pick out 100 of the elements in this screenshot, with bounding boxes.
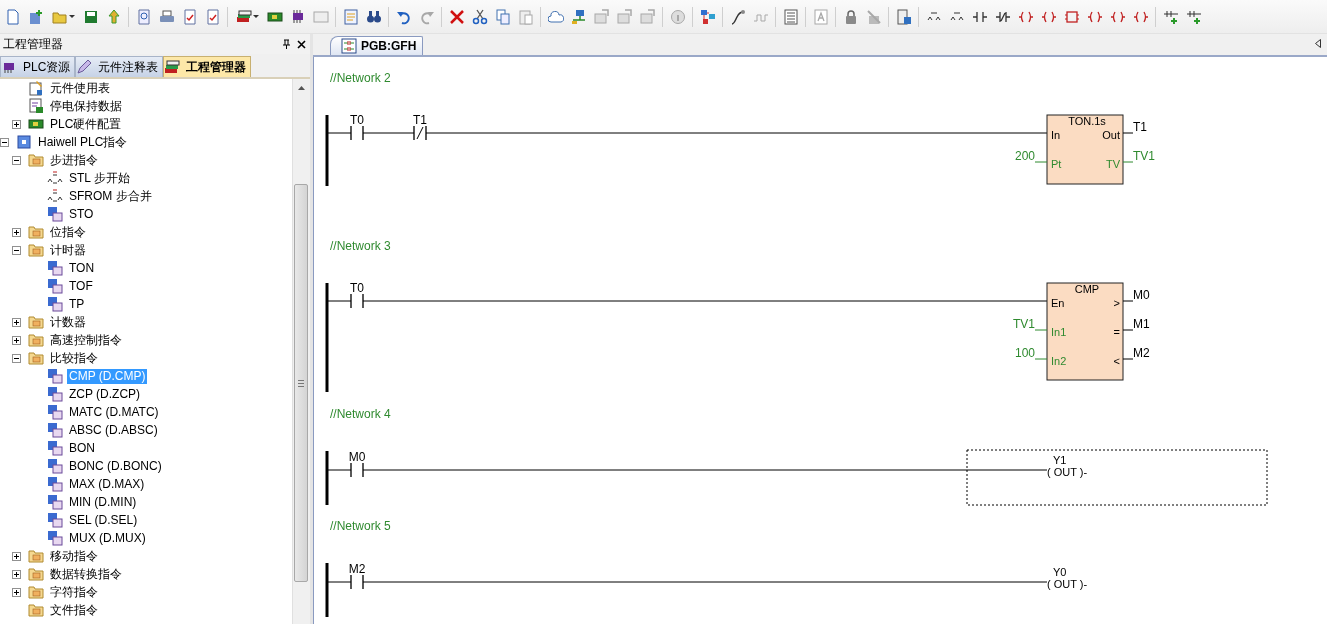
tree-item[interactable]: ZCP (D.ZCP) — [67, 386, 143, 402]
tree-toggle[interactable] — [12, 569, 21, 579]
folder-icon — [28, 602, 44, 618]
device-icon — [895, 8, 912, 25]
stack-icon — [164, 59, 181, 75]
stack-icon — [235, 8, 252, 25]
tree-item[interactable]: 移动指令 — [48, 548, 100, 564]
ladder-file-icon — [341, 38, 357, 54]
cloud-icon — [547, 8, 564, 25]
instruction-icon — [47, 530, 63, 546]
floppy-icon — [82, 8, 99, 25]
close-icon[interactable] — [297, 39, 306, 49]
coil-instruction: ( OUT )- — [1047, 578, 1088, 590]
tree-item[interactable]: BONC (D.BONC) — [67, 458, 164, 474]
instruction-icon — [47, 368, 63, 384]
insert-icon — [1162, 8, 1179, 25]
tree-item[interactable]: 字符指令 — [48, 584, 100, 600]
tree-toggle[interactable] — [12, 335, 21, 345]
instruction-icon — [47, 386, 63, 402]
pin-label: Out — [1102, 129, 1120, 141]
tree-item[interactable]: 文件指令 — [48, 602, 100, 618]
tree-item[interactable]: 位指令 — [48, 224, 88, 240]
instruction-icon — [47, 296, 63, 312]
magnifier-page-icon — [135, 8, 152, 25]
scissors-icon — [471, 8, 488, 25]
step-icon — [47, 170, 63, 186]
tree-toggle[interactable] — [12, 551, 21, 561]
monitor-icon — [312, 8, 329, 25]
folder-icon — [28, 242, 44, 258]
instruction-icon — [47, 206, 63, 222]
checklist-icon — [342, 8, 359, 25]
tree-item[interactable]: 数据转换指令 — [48, 566, 124, 582]
tree-toggle[interactable] — [12, 587, 21, 597]
pin-icon[interactable] — [282, 39, 291, 49]
tree-item[interactable]: TP — [67, 296, 87, 312]
info-ball-icon — [669, 8, 686, 25]
tree-item[interactable]: MAX (D.MAX) — [67, 476, 147, 492]
tree-item[interactable]: TON — [67, 260, 97, 276]
editor-tab[interactable]: PGB:GFH — [330, 36, 424, 55]
tree-item[interactable]: SEL (D.SEL) — [67, 512, 140, 528]
delete-icon — [448, 8, 465, 25]
tree-item[interactable]: SFROM 步合并 — [67, 188, 154, 204]
panel-tab[interactable]: 元件注释表 — [75, 56, 164, 77]
instruction-icon — [47, 260, 63, 276]
crossed-lock-icon — [865, 8, 882, 25]
tree-item[interactable]: Haiwell PLC指令 — [36, 134, 130, 150]
tree-item[interactable]: 比较指令 — [48, 350, 100, 366]
tree-toggle[interactable] — [12, 227, 21, 237]
tree-item[interactable]: ABSC (D.ABSC) — [67, 422, 160, 438]
tree-item[interactable]: MATC (D.MATC) — [67, 404, 161, 420]
tree-item[interactable]: MIN (D.MIN) — [67, 494, 139, 510]
grip-icon — [298, 379, 304, 387]
tree-item[interactable]: TOF — [67, 278, 95, 294]
tree-toggle[interactable] — [12, 245, 21, 255]
root-icon — [16, 134, 32, 150]
contact-operand: M2 — [348, 562, 366, 576]
network-comment: //Network 2 — [330, 70, 391, 86]
pin-label: Pt — [1051, 158, 1062, 170]
folder-icon — [28, 548, 44, 564]
step-icon — [47, 188, 63, 204]
tree-item[interactable]: 元件使用表 — [48, 80, 112, 96]
scroll-left-icon[interactable] — [1315, 39, 1321, 48]
scroll-thumb[interactable] — [294, 184, 308, 582]
tree-item[interactable]: PLC硬件配置 — [48, 116, 124, 132]
caret-icon — [252, 15, 259, 18]
folder-icon — [28, 350, 44, 366]
tree-toggle[interactable] — [12, 317, 21, 327]
copy-icon — [494, 8, 511, 25]
tree-toggle[interactable] — [12, 155, 21, 165]
diagram-icon — [699, 8, 716, 25]
panel-tab[interactable]: 工程管理器 — [163, 56, 252, 77]
output-operand: M1 — [1133, 317, 1150, 331]
tree-toggle[interactable] — [12, 119, 21, 129]
checked-page-icon — [204, 8, 221, 25]
scrollbar[interactable] — [292, 79, 310, 624]
tree-item[interactable]: 计数器 — [48, 314, 88, 330]
tree-item[interactable]: MUX (D.MUX) — [67, 530, 148, 546]
page-icon — [4, 8, 21, 25]
input-operand: 200 — [1014, 149, 1035, 163]
printer-icon — [158, 8, 175, 25]
tree-item[interactable]: STL 步开始 — [67, 170, 132, 186]
tree-item[interactable]: 计时器 — [48, 242, 88, 258]
tree-toggle[interactable] — [0, 137, 9, 147]
pin-label: TV — [1105, 158, 1120, 170]
tree-toggle[interactable] — [12, 353, 21, 363]
panel-tab[interactable]: PLC资源 — [0, 56, 76, 77]
tree-item[interactable]: STO — [67, 206, 96, 222]
pin-label: En — [1051, 297, 1065, 309]
tree-item[interactable]: BON — [67, 440, 97, 456]
tree-item[interactable]: 停电保持数据 — [48, 98, 124, 114]
tree-item[interactable]: 步进指令 — [48, 152, 100, 168]
output-operand: TV1 — [1133, 149, 1155, 163]
input-operand: 100 — [1014, 346, 1035, 360]
transfer-icon — [639, 8, 656, 25]
network-comment: //Network 3 — [330, 238, 391, 254]
coil-instruction: ( OUT )- — [1047, 466, 1088, 478]
pin-label: < — [1113, 355, 1120, 367]
block-title: TON.1s — [1068, 115, 1106, 127]
tree-item[interactable]: 高速控制指令 — [48, 332, 124, 348]
coil-operand: Y1 — [1053, 454, 1067, 466]
